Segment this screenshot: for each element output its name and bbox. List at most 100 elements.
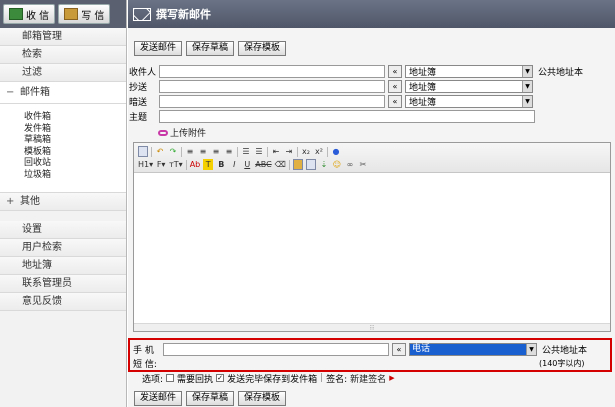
ordered-list-icon[interactable]: ☰ xyxy=(241,146,251,157)
help-icon[interactable]: ● xyxy=(331,146,341,157)
select-value: 地址簿 xyxy=(409,98,437,108)
underline-icon[interactable]: U xyxy=(242,159,252,170)
folder-drafts[interactable]: 草稿箱 xyxy=(24,135,126,147)
upload-attachment-label: 上传附件 xyxy=(170,129,207,139)
editor-toolbar: ↶ ↷ ≡ ≡ ≡ ≡ ☰ ☰ ⇤ ⇥ x₂ x² ● H1 ▾ F ▾ тT … xyxy=(134,143,610,173)
save-template-button-bottom[interactable]: 保存模板 xyxy=(238,391,287,406)
highlight-color-icon[interactable]: T xyxy=(203,159,214,170)
bcc-row: 暗送 « 地址簿 ▼ xyxy=(128,95,533,108)
sidebar-item-label: 过滤 xyxy=(22,67,42,78)
bcc-input[interactable] xyxy=(159,95,385,108)
send-button-bottom[interactable]: 发送邮件 xyxy=(134,391,183,406)
save-sent-checkbox[interactable]: ✓ xyxy=(216,374,225,382)
toolbar-separator xyxy=(185,159,187,170)
sidebar-top-buttons: 收 信 写 信 xyxy=(0,0,126,28)
sms-input[interactable] xyxy=(163,358,533,370)
new-signature-link[interactable]: 新建签名 xyxy=(350,372,386,385)
sms-limit: (140字以内) xyxy=(539,359,585,368)
sidebar-item-filter[interactable]: 过滤 xyxy=(0,64,126,82)
save-template-button[interactable]: 保存模板 xyxy=(238,41,287,56)
sidebar-item-settings[interactable]: 设置 xyxy=(0,220,126,239)
write-mail-button[interactable]: 写 信 xyxy=(58,4,111,24)
rich-text-editor[interactable]: ↶ ↷ ≡ ≡ ≡ ≡ ☰ ☰ ⇤ ⇥ x₂ x² ● H1 ▾ F ▾ тT … xyxy=(133,142,611,332)
table-icon[interactable] xyxy=(305,159,316,170)
bold-icon[interactable]: B xyxy=(216,159,226,170)
sidebar-item-contact-admin[interactable]: 联系管理员 xyxy=(0,274,126,293)
horizontal-rule-icon[interactable]: ⇣ xyxy=(319,159,329,170)
outdent-icon[interactable]: ⇤ xyxy=(271,146,281,157)
subject-label: 主题 xyxy=(129,113,148,123)
folder-spam[interactable]: 垃圾箱 xyxy=(24,170,126,182)
save-draft-button[interactable]: 保存草稿 xyxy=(186,41,235,56)
to-picker-button[interactable]: « xyxy=(388,65,402,78)
sidebar-item-label: 设置 xyxy=(22,223,42,235)
editor-resize-handle[interactable]: ⁝⁝ xyxy=(134,323,610,332)
emoticon-icon[interactable]: ☺ xyxy=(332,159,342,170)
public-address-book-link[interactable]: 公共地址本 xyxy=(538,65,583,78)
receipt-checkbox[interactable] xyxy=(166,374,175,382)
superscript-icon[interactable]: x² xyxy=(314,146,324,157)
paperclip-icon xyxy=(158,129,168,136)
upload-attachment-link[interactable]: 上传附件 xyxy=(158,126,206,139)
caret-right-icon: ▶ xyxy=(389,374,395,382)
unordered-list-icon[interactable]: ☰ xyxy=(254,146,264,157)
heading-select-label: H1 xyxy=(138,160,150,169)
indent-icon[interactable]: ⇥ xyxy=(284,146,294,157)
sidebar-item-user-search[interactable]: 用户检索 xyxy=(0,238,126,257)
folder-templates[interactable]: 模板箱 xyxy=(24,147,126,159)
bcc-address-select[interactable]: 地址簿 ▼ xyxy=(405,95,533,108)
editor-body[interactable] xyxy=(134,173,610,323)
sms-public-address-book-link[interactable]: 公共地址本 xyxy=(542,343,587,356)
subscript-icon[interactable]: x₂ xyxy=(301,146,311,157)
sidebar-item-label: 用户检索 xyxy=(22,241,62,253)
phone-select[interactable]: 电话 ▼ xyxy=(409,343,537,356)
strikethrough-icon[interactable]: ABC xyxy=(255,159,271,170)
cc-address-select[interactable]: 地址簿 ▼ xyxy=(405,80,533,93)
font-size-select[interactable]: тT ▾ xyxy=(169,159,183,170)
to-input[interactable] xyxy=(159,65,385,78)
save-draft-button-bottom[interactable]: 保存草稿 xyxy=(186,391,235,406)
folder-sent[interactable]: 发件箱 xyxy=(24,124,126,136)
sidebar-item-search[interactable]: 检索 xyxy=(0,46,126,64)
receive-mail-button[interactable]: 收 信 xyxy=(3,4,56,24)
italic-icon[interactable]: I xyxy=(229,159,239,170)
toolbar-row-2: H1 ▾ F ▾ тT ▾ Ab T B I U ABC ⌫ ⇣ ☺ ∞ ✂ xyxy=(138,158,606,171)
undo-icon[interactable]: ↶ xyxy=(155,146,165,157)
folder-inbox[interactable]: 收件箱 xyxy=(24,112,126,124)
font-family-select[interactable]: F ▾ xyxy=(156,159,166,170)
text-color-icon[interactable]: Ab xyxy=(190,159,201,170)
align-center-icon[interactable]: ≡ xyxy=(198,146,208,157)
source-icon[interactable] xyxy=(138,146,148,157)
sidebar-group-mailbox[interactable]: − 邮件箱 xyxy=(0,82,126,104)
send-button[interactable]: 发送邮件 xyxy=(134,41,183,56)
sms-row: 短 信: (140字以内) xyxy=(132,357,585,370)
inbox-icon xyxy=(9,8,23,20)
cc-picker-button[interactable]: « xyxy=(388,80,402,93)
phone-input[interactable] xyxy=(163,343,389,356)
bcc-picker-button[interactable]: « xyxy=(388,95,402,108)
sidebar-item-mailbox-manage[interactable]: 邮箱管理 xyxy=(0,28,126,46)
eraser-icon[interactable]: ⌫ xyxy=(275,159,286,170)
cc-input[interactable] xyxy=(159,80,385,93)
to-address-select[interactable]: 地址簿 ▼ xyxy=(405,65,533,78)
page-title: 撰写新邮件 xyxy=(156,8,211,21)
folder-trash[interactable]: 回收站 xyxy=(24,158,126,170)
toolbar-separator xyxy=(151,146,152,157)
sidebar-item-feedback[interactable]: 意见反馈 xyxy=(0,292,126,311)
folder-list: 收件箱 发件箱 草稿箱 模板箱 回收站 垃圾箱 xyxy=(0,104,126,193)
align-justify-icon[interactable]: ≡ xyxy=(224,146,234,157)
align-left-icon[interactable]: ≡ xyxy=(185,146,195,157)
sidebar-group-other[interactable]: + 其他 xyxy=(0,192,126,211)
chevron-down-icon: ▼ xyxy=(522,96,532,107)
image-icon[interactable] xyxy=(292,159,303,170)
unlink-icon[interactable]: ✂ xyxy=(358,159,368,170)
sidebar-item-address-book[interactable]: 地址簿 xyxy=(0,256,126,275)
link-icon[interactable]: ∞ xyxy=(345,159,355,170)
heading-select[interactable]: H1 ▾ xyxy=(138,159,153,170)
sidebar-item-label: 意见反馈 xyxy=(22,295,62,307)
subject-input[interactable] xyxy=(159,110,535,123)
phone-picker-button[interactable]: « xyxy=(392,343,406,356)
chevron-down-icon: ▼ xyxy=(522,66,532,77)
redo-icon[interactable]: ↷ xyxy=(168,146,178,157)
align-right-icon[interactable]: ≡ xyxy=(211,146,221,157)
